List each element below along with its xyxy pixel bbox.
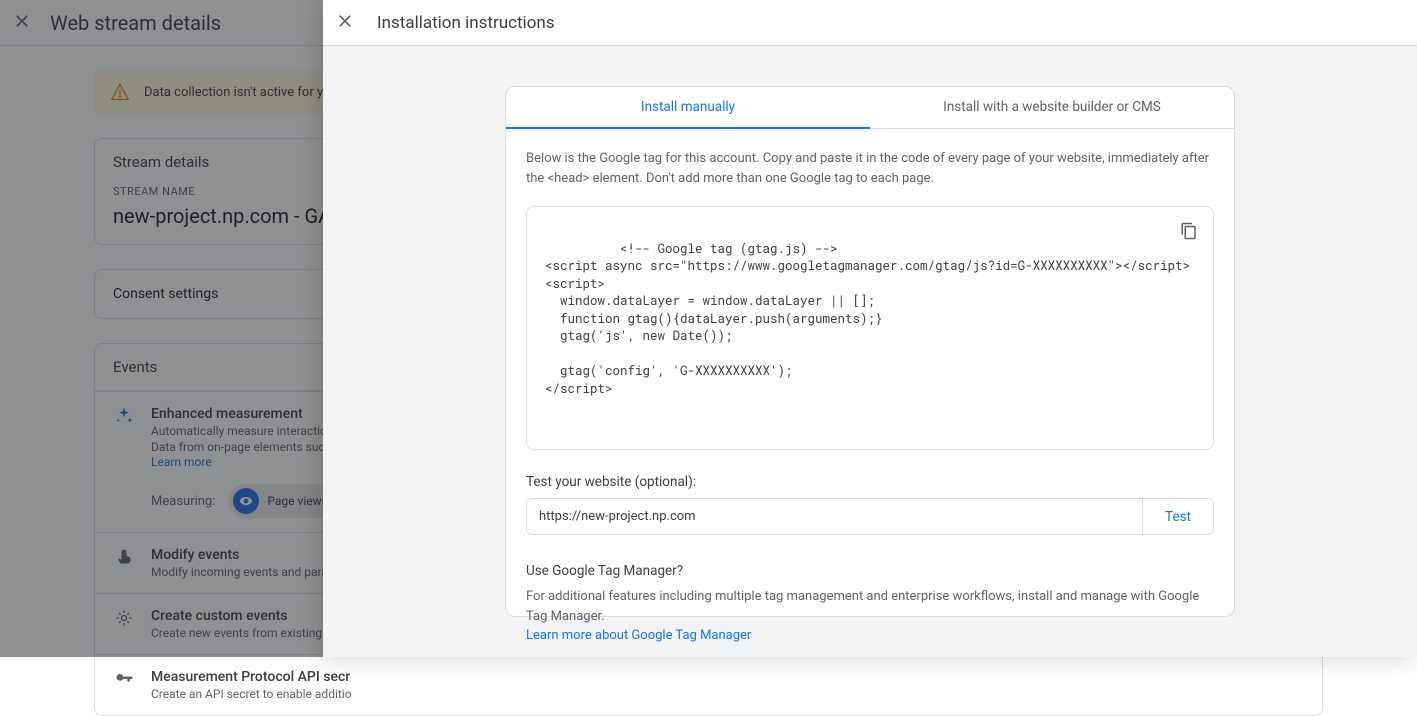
gtm-body: For additional features including multip… bbox=[526, 587, 1214, 626]
install-tabs: Install manually Install with a website … bbox=[506, 87, 1234, 129]
test-row: Test bbox=[526, 498, 1214, 535]
test-button[interactable]: Test bbox=[1142, 499, 1213, 534]
key-icon bbox=[113, 669, 135, 689]
gtag-code: <!-- Google tag (gtag.js) --> <script as… bbox=[545, 241, 1190, 397]
test-url-input[interactable] bbox=[527, 499, 1142, 534]
panel-body: Install manually Install with a website … bbox=[323, 46, 1417, 657]
mp-title: Measurement Protocol API secr bbox=[151, 669, 352, 685]
panel-title: Installation instructions bbox=[377, 13, 555, 33]
mp-sub: Create an API secret to enable additio bbox=[151, 687, 352, 701]
gtm-learn-more-link[interactable]: Learn more about Google Tag Manager bbox=[526, 628, 751, 643]
test-label: Test your website (optional): bbox=[526, 474, 1214, 490]
installation-panel: Installation instructions Install manual… bbox=[323, 0, 1417, 657]
copy-icon[interactable] bbox=[1173, 215, 1205, 247]
close-icon[interactable] bbox=[335, 11, 355, 35]
install-intro: Below is the Google tag for this account… bbox=[526, 149, 1214, 188]
tab-install-cms[interactable]: Install with a website builder or CMS bbox=[870, 87, 1234, 128]
gtag-code-block[interactable]: <!-- Google tag (gtag.js) --> <script as… bbox=[526, 206, 1214, 450]
panel-header: Installation instructions bbox=[323, 0, 1417, 46]
tab-install-manually[interactable]: Install manually bbox=[506, 87, 870, 129]
gtm-question: Use Google Tag Manager? bbox=[526, 563, 1214, 579]
measurement-protocol-row[interactable]: Measurement Protocol API secr Create an … bbox=[95, 654, 1322, 715]
install-card: Install manually Install with a website … bbox=[505, 86, 1235, 617]
